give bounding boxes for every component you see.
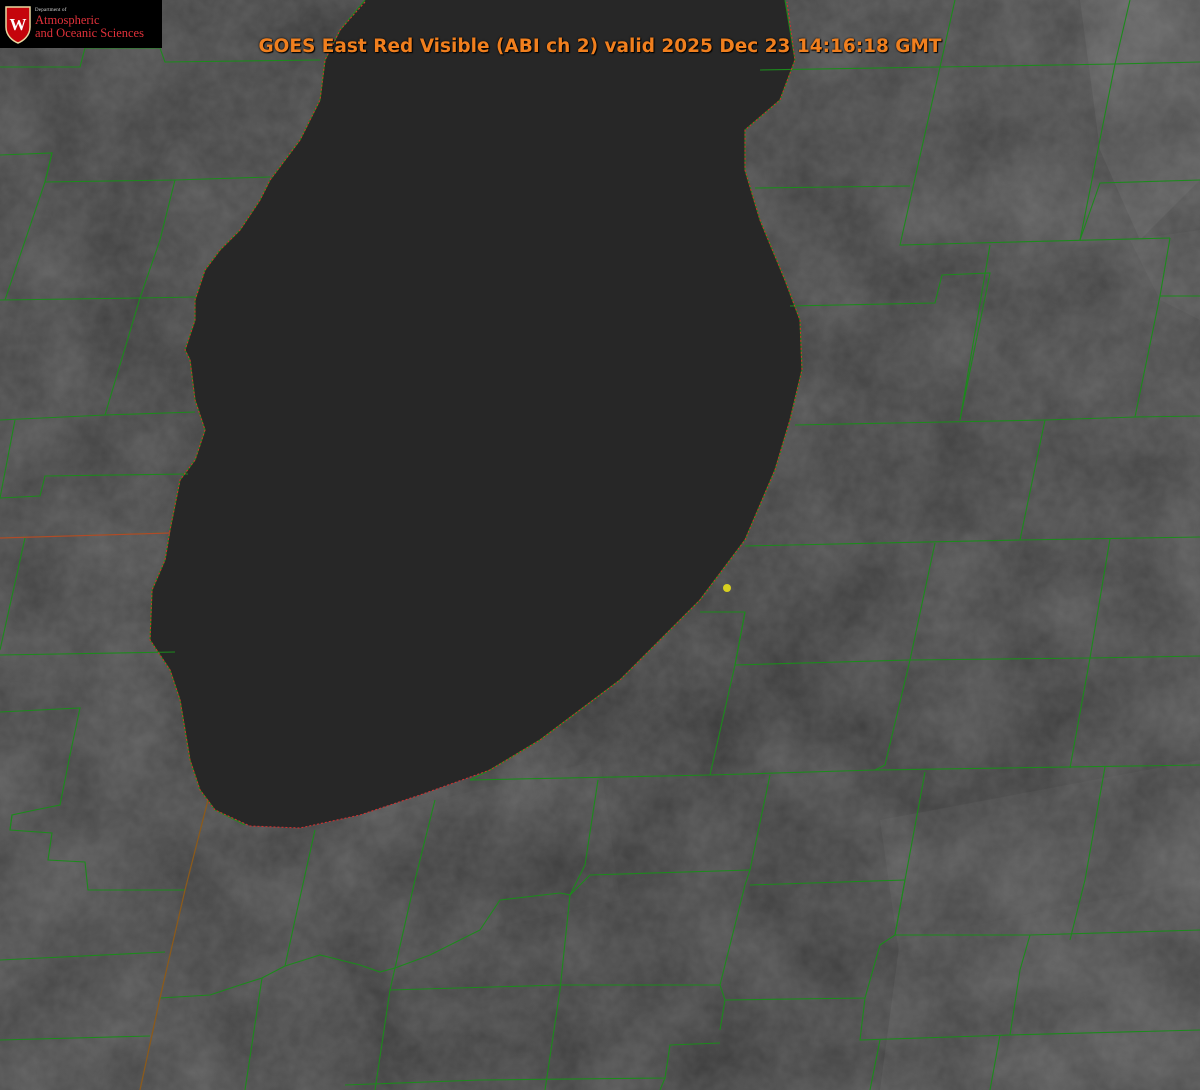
svg-text:W: W bbox=[10, 15, 27, 34]
satellite-image bbox=[0, 0, 1200, 1090]
logo-line-1: Atmospheric bbox=[35, 12, 100, 27]
satellite-viewer: W Department of Atmospheric and Oceanic … bbox=[0, 0, 1200, 1090]
image-title: GOES East Red Visible (ABI ch 2) valid 2… bbox=[258, 36, 942, 57]
station-marker bbox=[723, 584, 731, 592]
